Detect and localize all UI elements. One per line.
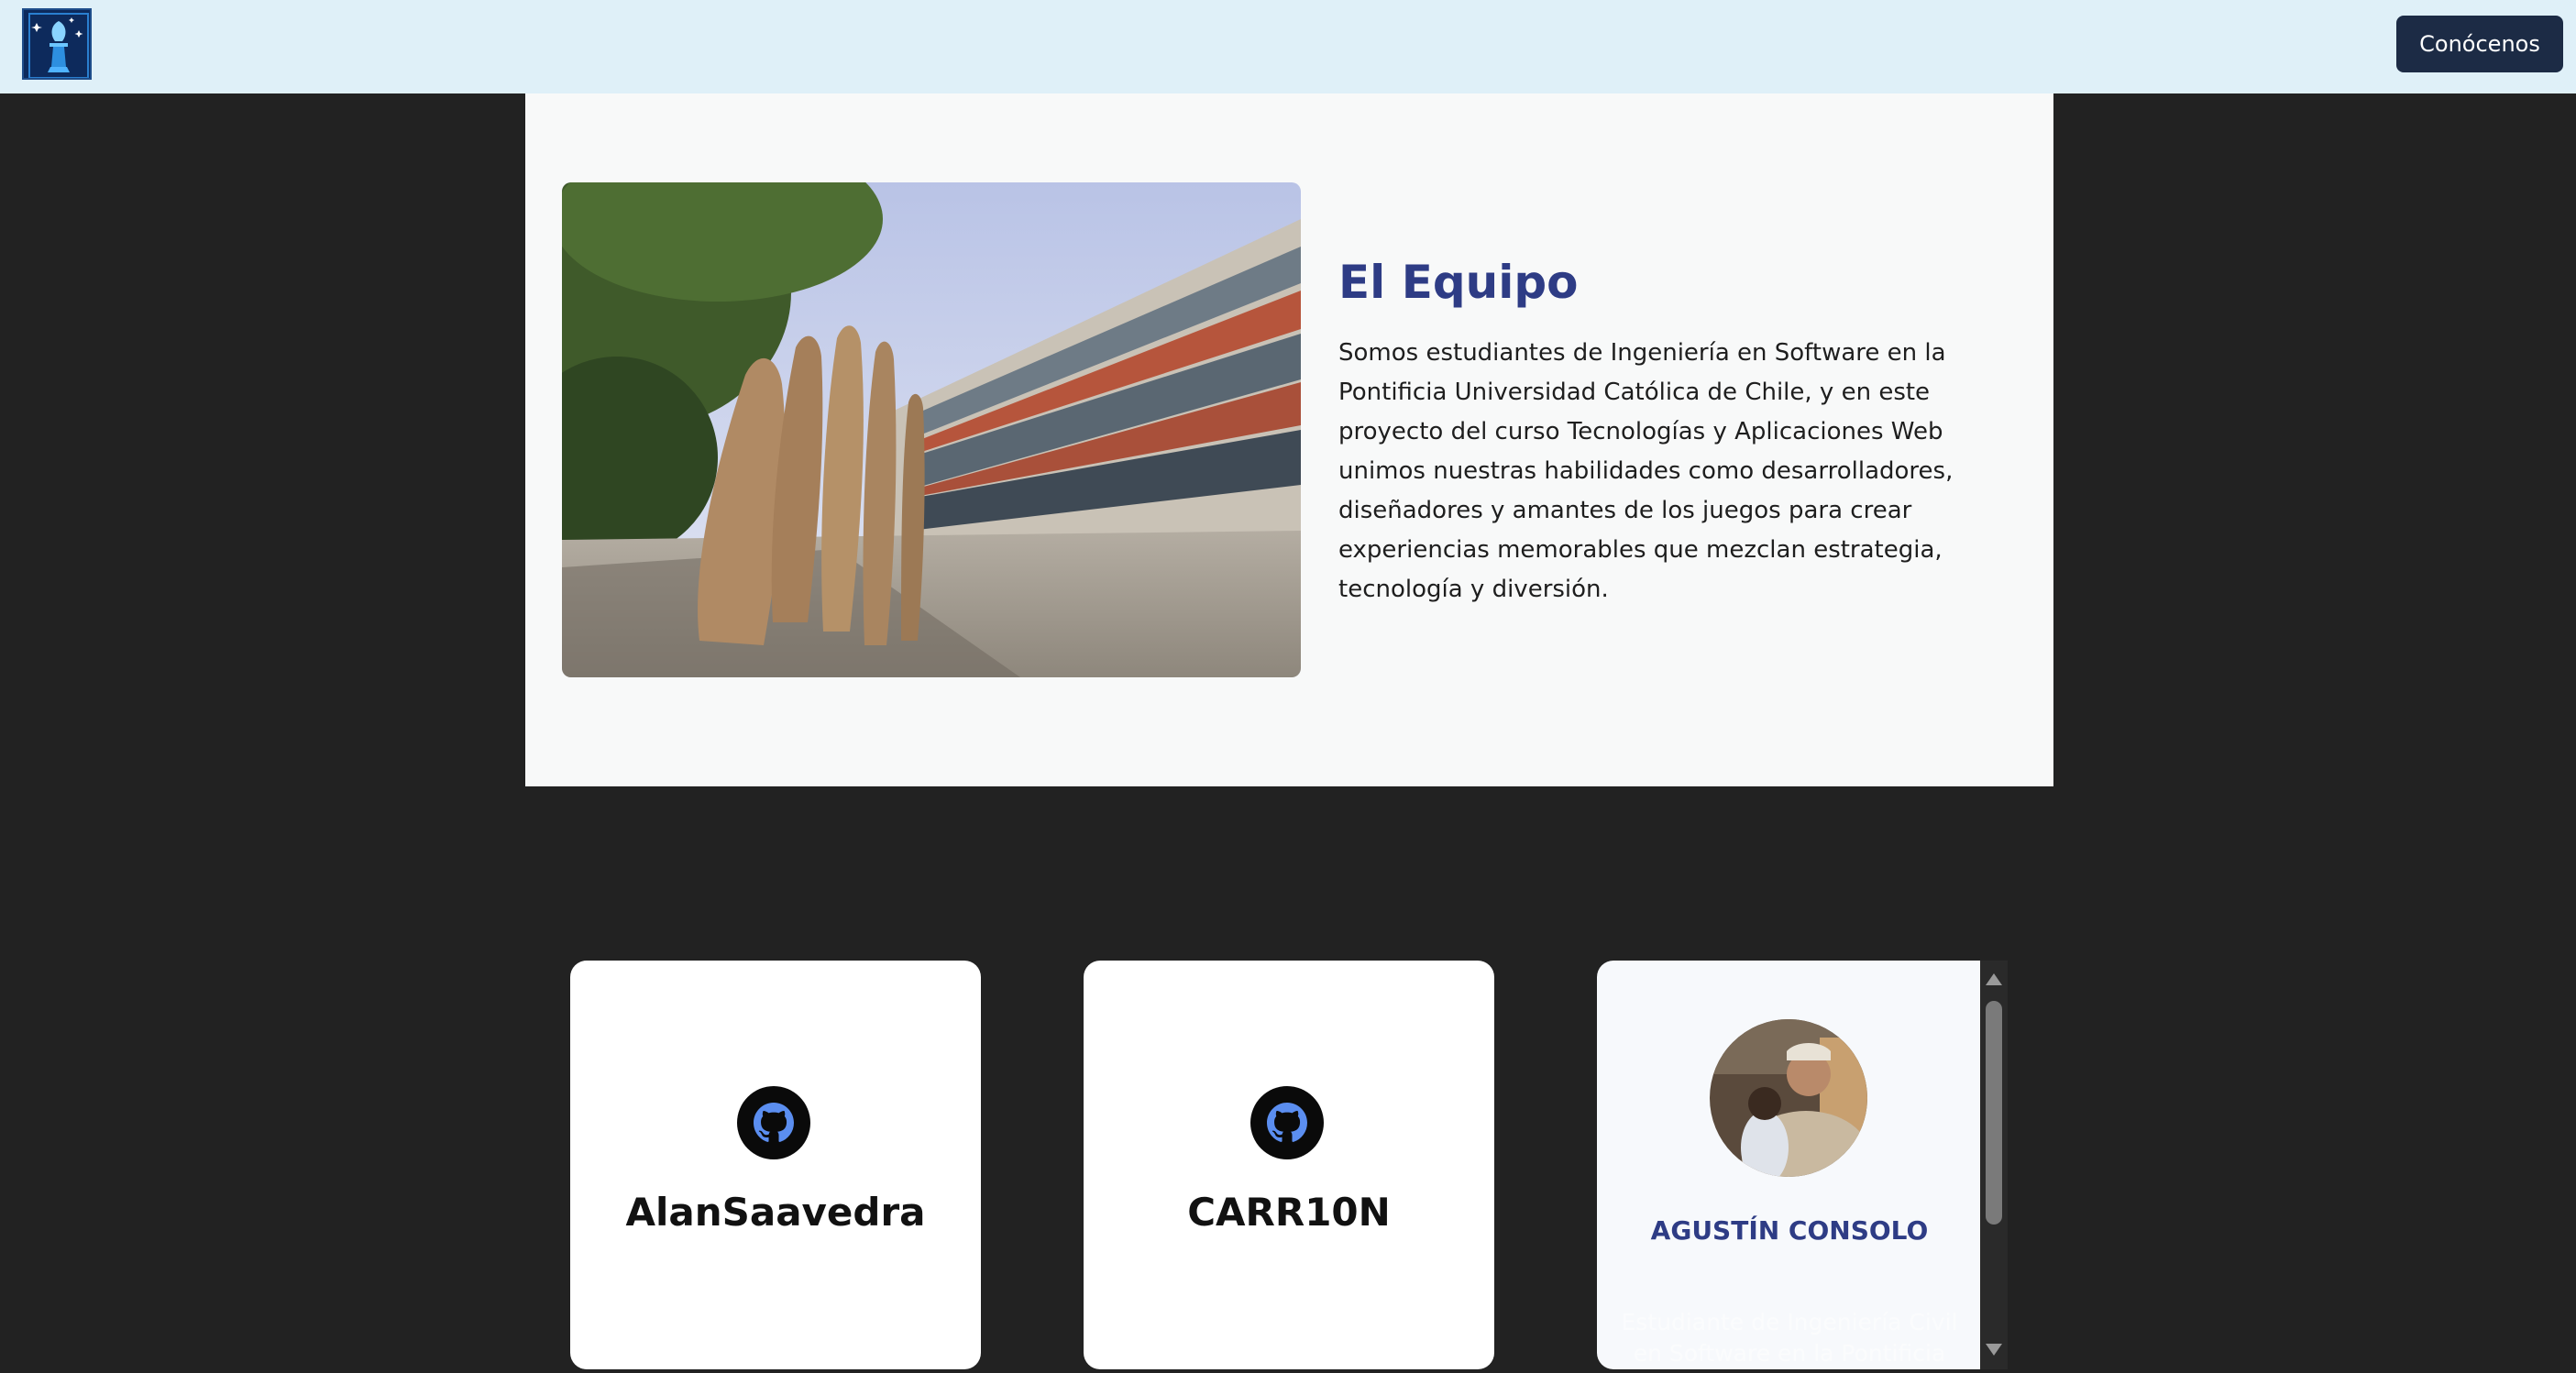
scrollbar-thumb[interactable] xyxy=(1986,1001,2002,1225)
scroll-down-arrow-icon[interactable] xyxy=(1986,1344,2002,1356)
campus-photo xyxy=(562,182,1301,677)
avatar xyxy=(1710,1019,1867,1177)
team-section: El Equipo Somos estudiantes de Ingenierí… xyxy=(525,93,2053,786)
github-icon[interactable] xyxy=(1250,1086,1324,1159)
team-description: Somos estudiantes de Ingeniería en Softw… xyxy=(1338,339,1954,603)
conocenos-button[interactable]: Conócenos xyxy=(2396,16,2563,72)
member-role: Estudiante de Ingeniería Civil en Softwa… xyxy=(1621,1309,1958,1367)
member-card[interactable]: CARR10N xyxy=(1084,961,1494,1369)
top-navbar: Conócenos xyxy=(0,0,2576,93)
chess-king-logo-icon[interactable] xyxy=(22,8,92,80)
github-icon[interactable] xyxy=(737,1086,810,1159)
member-username: CARR10N xyxy=(1187,1190,1391,1235)
member-card[interactable]: AlanSaavedra xyxy=(570,961,981,1369)
team-title: El Equipo xyxy=(1338,256,1579,309)
member-name: AGUSTÍN CONSOLO xyxy=(1650,1215,1929,1246)
member-username: AlanSaavedra xyxy=(625,1190,926,1235)
scroll-up-arrow-icon[interactable] xyxy=(1986,973,2002,985)
member-profile-card[interactable]: AGUSTÍN CONSOLO Estudiante de Ingeniería… xyxy=(1597,961,2008,1369)
card-scrollbar[interactable] xyxy=(1980,961,2008,1369)
